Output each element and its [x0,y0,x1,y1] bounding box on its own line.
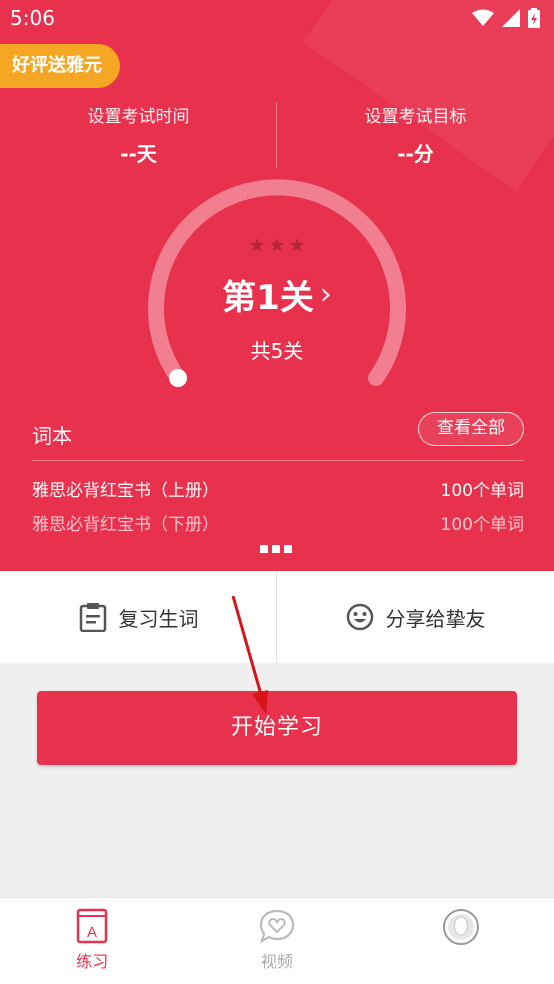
vocab-title: 词本 [32,424,72,448]
view-all-button[interactable]: 查看全部 [418,412,524,446]
tab-video[interactable]: 视频 [185,898,370,984]
book-count: 100个单词 [440,515,524,535]
exam-goal-value: --分 [397,142,434,166]
action-divider [276,571,277,663]
page-dot [284,545,292,553]
star-icon [270,238,284,252]
status-icons [472,8,540,28]
tab-practice[interactable]: A 练习 [0,898,185,984]
book-count: 100个单词 [440,481,524,501]
avatar-icon [443,909,480,945]
level-title: 第1关 [222,278,314,318]
exam-goal-label: 设置考试目标 [364,107,467,127]
book-icon: A [77,908,108,944]
review-words-label: 复习生词 [118,606,199,631]
level-title-row[interactable]: 第1关 › [222,270,332,319]
battery-icon [528,8,540,28]
annotation-arrow-icon [231,595,268,714]
exam-time-value: --天 [120,142,157,166]
book-row[interactable]: 雅思必背红宝书（上册） 100个单词 [32,476,524,501]
book-name: 雅思必背红宝书（上册） [32,481,219,501]
star-icon [290,238,304,252]
heart-bubble-icon [259,909,294,944]
vocab-divider [32,460,524,461]
level-stars [140,238,414,258]
exam-time-label: 设置考试时间 [87,107,190,127]
smile-icon [346,603,373,631]
status-bar: 5:06 [0,0,554,38]
svg-text:A: A [87,924,97,941]
page-dot [260,545,268,553]
page-indicator [260,545,292,553]
page-dot [272,545,280,553]
status-time: 5:06 [10,6,55,30]
level-total: 共5关 [250,339,304,363]
book-row[interactable]: 雅思必背红宝书（下册） 100个单词 [32,510,524,535]
signal-icon [502,9,520,27]
level-center[interactable]: 第1关 › 共5关 [140,238,414,364]
star-icon [250,238,264,252]
tab-video-label: 视频 [260,952,293,971]
wifi-icon [472,9,494,26]
clipboard-icon [79,603,106,632]
action-bar: 复习生词 分享给挚友 [0,571,554,663]
share-friends-label: 分享给挚友 [385,606,486,631]
exam-time-setting[interactable]: 设置考试时间 --天 [0,104,277,167]
tab-profile[interactable] [369,898,554,984]
exam-goal-setting[interactable]: 设置考试目标 --分 [277,104,554,167]
tab-practice-label: 练习 [76,952,109,971]
chevron-right-icon: › [319,277,332,312]
start-learning-button[interactable]: 开始学习 [37,691,517,765]
bottom-tab-bar: A 练习 视频 [0,897,554,984]
share-friends-button[interactable]: 分享给挚友 [277,571,554,663]
gauge-progress-dot [169,369,187,387]
book-name: 雅思必背红宝书（下册） [32,515,219,535]
promo-badge[interactable]: 好评送雅元 [0,44,120,88]
